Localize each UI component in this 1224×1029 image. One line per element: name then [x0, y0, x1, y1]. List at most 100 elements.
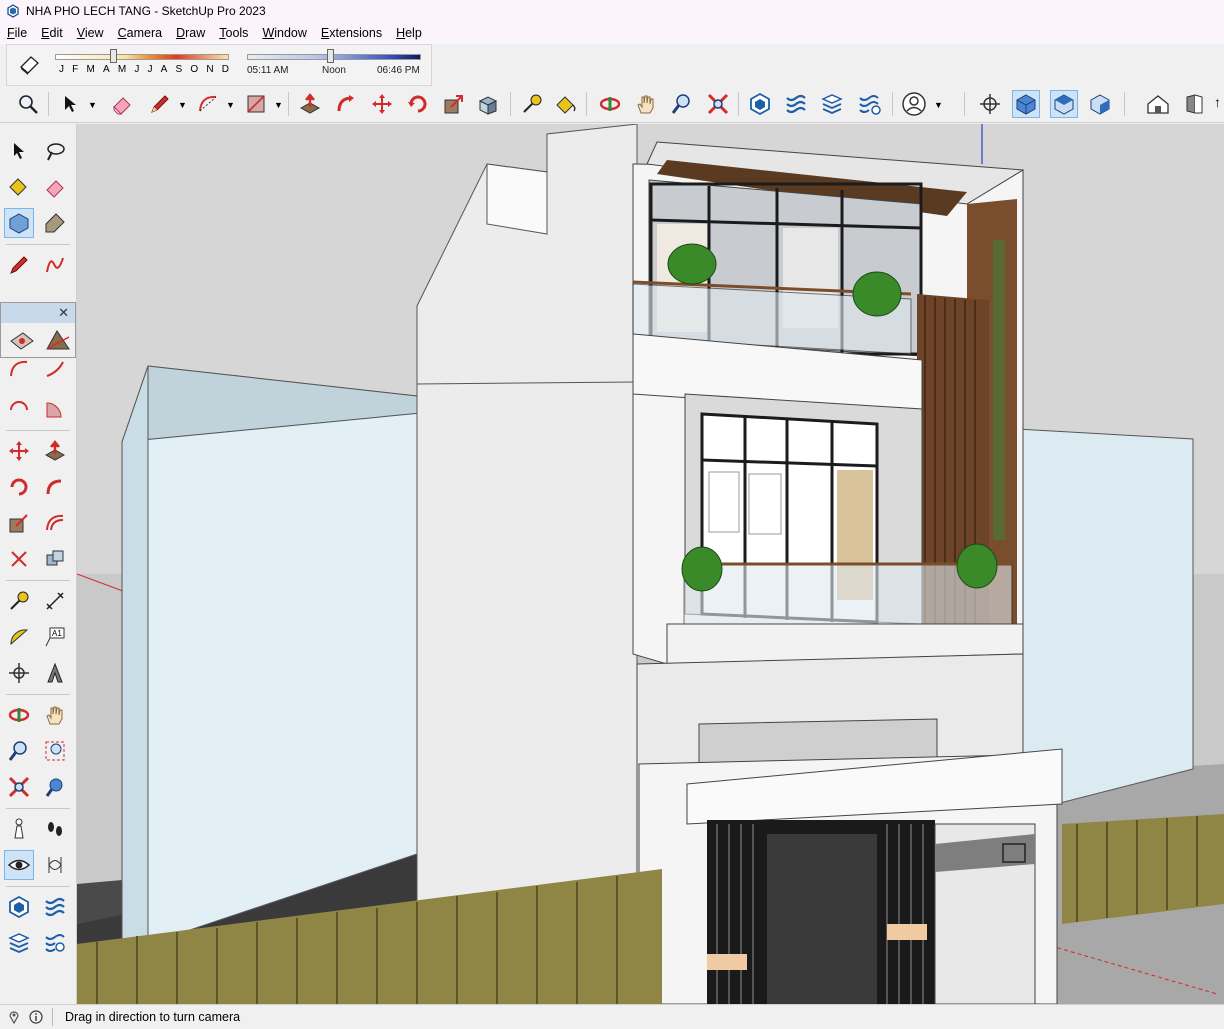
home-button[interactable] — [1144, 90, 1172, 118]
tool-zoom-window[interactable] — [40, 736, 70, 766]
rotate-button[interactable] — [404, 90, 432, 118]
zoom-window-button[interactable] — [704, 90, 732, 118]
model-viewport[interactable] — [77, 124, 1224, 1004]
menu-extensions[interactable]: Extensions — [314, 26, 389, 40]
tool-look-around[interactable] — [4, 850, 34, 880]
tool-component[interactable] — [4, 208, 34, 238]
tool-rotate[interactable] — [4, 472, 34, 502]
tool-pan[interactable] — [40, 700, 70, 730]
tool-protractor[interactable] — [4, 622, 34, 652]
tool-freehand[interactable] — [40, 250, 70, 280]
pan-button[interactable] — [632, 90, 660, 118]
sandbox-from-scratch-icon[interactable] — [45, 329, 71, 356]
arc-dropdown-icon[interactable]: ▼ — [226, 100, 235, 110]
tool-offset[interactable] — [40, 508, 70, 538]
tool-scale[interactable] — [4, 508, 34, 538]
tool-tape[interactable] — [4, 586, 34, 616]
tool-position-camera[interactable] — [4, 814, 34, 844]
tool-2pt-arc[interactable] — [40, 354, 70, 384]
paint-bucket-button[interactable] — [552, 90, 580, 118]
zoom-window-icon — [45, 741, 65, 761]
menu-window[interactable]: Window — [255, 26, 313, 40]
offset-button[interactable] — [476, 90, 504, 118]
account-dropdown-icon[interactable]: ▼ — [934, 100, 943, 110]
menu-file[interactable]: File — [0, 26, 34, 40]
date-slider-thumb[interactable] — [110, 49, 117, 63]
extension-warehouse-button[interactable] — [782, 90, 810, 118]
tool-push-pull[interactable] — [40, 436, 70, 466]
tool-eraser[interactable] — [40, 172, 70, 202]
tool-tag[interactable] — [40, 208, 70, 238]
tool-dimension[interactable] — [40, 586, 70, 616]
tool-solid[interactable] — [40, 544, 70, 574]
arc-button[interactable] — [194, 90, 222, 118]
iso-view-button[interactable] — [1012, 90, 1040, 118]
sandbox-from-contours-icon[interactable] — [9, 329, 35, 356]
select-dropdown-icon[interactable]: ▼ — [88, 100, 97, 110]
tool-warehouse[interactable] — [4, 892, 34, 922]
tool-arc[interactable] — [4, 354, 34, 384]
menu-camera[interactable]: Camera — [111, 26, 169, 40]
select-button[interactable] — [56, 90, 84, 118]
tool-extension-warehouse[interactable] — [40, 892, 70, 922]
push-pull-button[interactable] — [296, 90, 324, 118]
time-slider[interactable] — [247, 54, 421, 60]
more-tools-icon[interactable]: ↑ — [1214, 94, 1221, 110]
rectangle-dropdown-icon[interactable]: ▼ — [274, 100, 283, 110]
eraser-button[interactable] — [108, 90, 136, 118]
time-slider-thumb[interactable] — [327, 49, 334, 63]
menu-tools[interactable]: Tools — [212, 26, 255, 40]
menu-view[interactable]: View — [70, 26, 111, 40]
tool-zoom[interactable] — [4, 736, 34, 766]
move-button[interactable] — [368, 90, 396, 118]
menu-help[interactable]: Help — [389, 26, 429, 40]
tool-walk[interactable] — [40, 814, 70, 844]
tool-pencil[interactable] — [4, 250, 34, 280]
layout-button[interactable] — [818, 90, 846, 118]
tool-zoom-extents[interactable] — [4, 772, 34, 802]
iso-view-icon — [1016, 94, 1036, 115]
geo-location-icon[interactable] — [6, 1009, 22, 1025]
tool-previous[interactable] — [40, 772, 70, 802]
section-button[interactable] — [1180, 90, 1208, 118]
tool-3pt-arc[interactable] — [4, 394, 34, 424]
extension-manager-button[interactable] — [856, 90, 884, 118]
axes-button[interactable] — [976, 90, 1004, 118]
shadow-toggle-icon[interactable] — [17, 53, 41, 75]
warehouse-button[interactable] — [746, 90, 774, 118]
tool-orbit[interactable] — [4, 700, 34, 730]
tool-move[interactable] — [4, 436, 34, 466]
orbit-button[interactable] — [596, 90, 624, 118]
tool-section-plane[interactable] — [40, 850, 70, 880]
follow-me-button[interactable] — [332, 90, 360, 118]
tape-measure-button[interactable] — [518, 90, 546, 118]
date-slider[interactable] — [55, 54, 229, 60]
pencil-button[interactable] — [146, 90, 174, 118]
tool-extension-manager[interactable] — [40, 928, 70, 958]
extension-warehouse-icon — [786, 94, 806, 114]
tool-text[interactable]: A1 — [40, 622, 70, 652]
close-icon[interactable]: ✕ — [58, 305, 69, 321]
menu-draw[interactable]: Draw — [169, 26, 212, 40]
model-scene[interactable] — [77, 124, 1224, 1004]
menu-edit[interactable]: Edit — [34, 26, 70, 40]
account-button[interactable] — [900, 90, 928, 118]
tool-3d-text[interactable] — [40, 658, 70, 688]
pencil-dropdown-icon[interactable]: ▼ — [178, 100, 187, 110]
tool-axes[interactable] — [4, 658, 34, 688]
zoom-extents-button[interactable] — [14, 90, 42, 118]
tool-pie[interactable] — [40, 394, 70, 424]
tool-lasso[interactable] — [40, 136, 70, 166]
tool-layout[interactable] — [4, 928, 34, 958]
tool-follow-me[interactable] — [40, 472, 70, 502]
front-view-button[interactable] — [1086, 90, 1114, 118]
floating-panel-header[interactable]: ✕ — [1, 303, 75, 323]
info-icon[interactable] — [28, 1009, 44, 1025]
zoom-button[interactable] — [668, 90, 696, 118]
tool-flip[interactable] — [4, 544, 34, 574]
tool-paint[interactable] — [4, 172, 34, 202]
scale-button[interactable] — [440, 90, 468, 118]
top-view-button[interactable] — [1050, 90, 1078, 118]
tool-select[interactable] — [4, 136, 34, 166]
rectangle-button[interactable] — [242, 90, 270, 118]
